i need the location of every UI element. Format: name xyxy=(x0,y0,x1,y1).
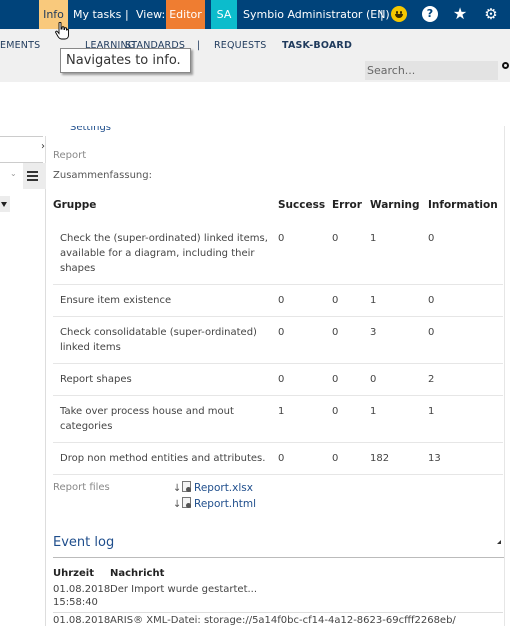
table-header-row: Gruppe Success Error Warning Information xyxy=(53,195,503,223)
file-link[interactable]: Report.html xyxy=(194,498,256,510)
table-row: Drop non method entities and attributes.… xyxy=(53,442,503,475)
my-tasks-link[interactable]: My tasks xyxy=(73,0,121,29)
user-avatar[interactable]: SA xyxy=(211,0,237,29)
separator: | xyxy=(125,8,129,21)
nav-item-task-board[interactable]: TASK-BOARD xyxy=(282,40,352,51)
summary-label: Zusammenfassung: xyxy=(53,170,152,181)
download-arrow-icon: ↓ xyxy=(173,499,182,510)
event-time: 01.08.2018 15:58:40 xyxy=(53,584,111,608)
file-report-html[interactable]: ↓ Report.html xyxy=(173,496,256,512)
cell-warning: 0 xyxy=(370,363,428,396)
view-label: View: xyxy=(136,8,166,21)
cell-group: Ensure item existence xyxy=(53,284,278,317)
cell-error: 0 xyxy=(332,316,370,364)
help-icon[interactable]: ? xyxy=(422,6,438,22)
cell-success: 1 xyxy=(278,395,332,443)
expand-panel-chevron-icon[interactable]: › xyxy=(41,141,45,152)
settings-link[interactable]: Settings xyxy=(70,126,111,134)
divider xyxy=(53,557,505,558)
cell-group: Check consolidatable (super-ordinated) l… xyxy=(53,316,278,364)
cell-error: 0 xyxy=(332,284,370,317)
user-name-link[interactable]: Symbio Administrator (EN) xyxy=(243,0,390,29)
cell-success: 0 xyxy=(278,442,332,475)
table-row: Take over process house and mout categor… xyxy=(53,395,503,443)
divider xyxy=(0,136,43,137)
settings-gear-icon[interactable]: ⚙ xyxy=(483,6,499,22)
table-row: Check consolidatable (super-ordinated) l… xyxy=(53,316,503,364)
event-message: Der Import wurde gestartet... xyxy=(110,584,258,595)
cell-information: 0 xyxy=(428,284,503,317)
cell-success: 0 xyxy=(278,316,332,364)
report-label: Report xyxy=(53,150,87,161)
cell-error: 0 xyxy=(332,395,370,443)
cell-information: 0 xyxy=(428,223,503,285)
header-warning: Warning xyxy=(370,199,420,211)
left-panel: › ⌄ xyxy=(0,136,46,626)
feedback-smiley-icon[interactable] xyxy=(391,6,407,22)
separator: | xyxy=(380,8,384,21)
hamburger-menu-icon[interactable] xyxy=(23,163,46,189)
report-files-label: Report files xyxy=(53,482,110,493)
top-bar: Info My tasks | View: Editor SA Symbio A… xyxy=(0,0,510,29)
event-message: ARIS® XML-Datei: storage://5a14f0bc-cf14… xyxy=(110,615,456,626)
cell-group: Check the (super-ordinated) linked items… xyxy=(53,223,278,285)
nav-item-elements[interactable]: EMENTS xyxy=(0,40,40,51)
header-success: Success xyxy=(278,199,326,211)
cell-group: Take over process house and mout categor… xyxy=(53,395,278,443)
view-mode-editor-button[interactable]: Editor xyxy=(166,0,205,29)
report-panel: Settings Report Zusammenfassung: Gruppe … xyxy=(48,126,506,626)
table-row: Check the (super-ordinated) linked items… xyxy=(53,223,503,285)
cell-error: 0 xyxy=(332,223,370,285)
header-group: Gruppe xyxy=(53,199,97,211)
event-time: 01.08.2018 xyxy=(53,615,111,626)
table-row: Ensure item existence 0 0 1 0 xyxy=(53,284,503,317)
header-information: Information xyxy=(428,199,498,211)
favorites-star-icon[interactable]: ★ xyxy=(452,6,468,22)
header-time: Uhrzeit xyxy=(53,568,94,579)
file-report-xlsx[interactable]: ↓ Report.xlsx xyxy=(173,480,256,496)
cell-information: 13 xyxy=(428,442,503,475)
document-icon xyxy=(182,481,191,492)
cell-warning: 1 xyxy=(370,284,428,317)
report-files-list: ↓ Report.xlsx ↓ Report.html xyxy=(173,480,256,512)
cell-warning: 3 xyxy=(370,316,428,364)
cell-group: Drop non method entities and attributes. xyxy=(53,442,278,475)
cell-success: 0 xyxy=(278,284,332,317)
cell-error: 0 xyxy=(332,363,370,396)
collapse-toggle-icon[interactable] xyxy=(497,540,501,544)
event-log-title: Event log xyxy=(53,535,115,550)
cell-information: 1 xyxy=(428,395,503,443)
divider xyxy=(53,612,503,613)
table-row: Report shapes 0 0 0 2 xyxy=(53,363,503,396)
download-arrow-icon: ↓ xyxy=(173,483,182,494)
cell-group: Report shapes xyxy=(53,363,278,396)
chevron-down-icon[interactable]: ⌄ xyxy=(10,169,17,178)
panel-border xyxy=(504,126,505,626)
cell-information: 2 xyxy=(428,363,503,396)
header-message: Nachricht xyxy=(110,568,165,579)
cell-error: 0 xyxy=(332,442,370,475)
cell-warning: 182 xyxy=(370,442,428,475)
tooltip: Navigates to info. xyxy=(60,48,191,73)
cell-warning: 1 xyxy=(370,395,428,443)
hand-cursor-icon xyxy=(55,22,69,40)
cell-information: 0 xyxy=(428,316,503,364)
document-icon xyxy=(182,497,191,508)
cell-warning: 1 xyxy=(370,223,428,285)
cell-success: 0 xyxy=(278,363,332,396)
nav-separator: | xyxy=(197,40,201,51)
cell-success: 0 xyxy=(278,223,332,285)
search-input[interactable] xyxy=(365,61,498,80)
nav-item-requests[interactable]: REQUESTS xyxy=(214,40,267,51)
header-error: Error xyxy=(332,199,362,211)
search-icon[interactable] xyxy=(502,62,510,72)
file-link[interactable]: Report.xlsx xyxy=(194,482,253,494)
dropdown-caret-icon[interactable] xyxy=(0,196,10,212)
summary-table: Gruppe Success Error Warning Information… xyxy=(53,195,503,475)
